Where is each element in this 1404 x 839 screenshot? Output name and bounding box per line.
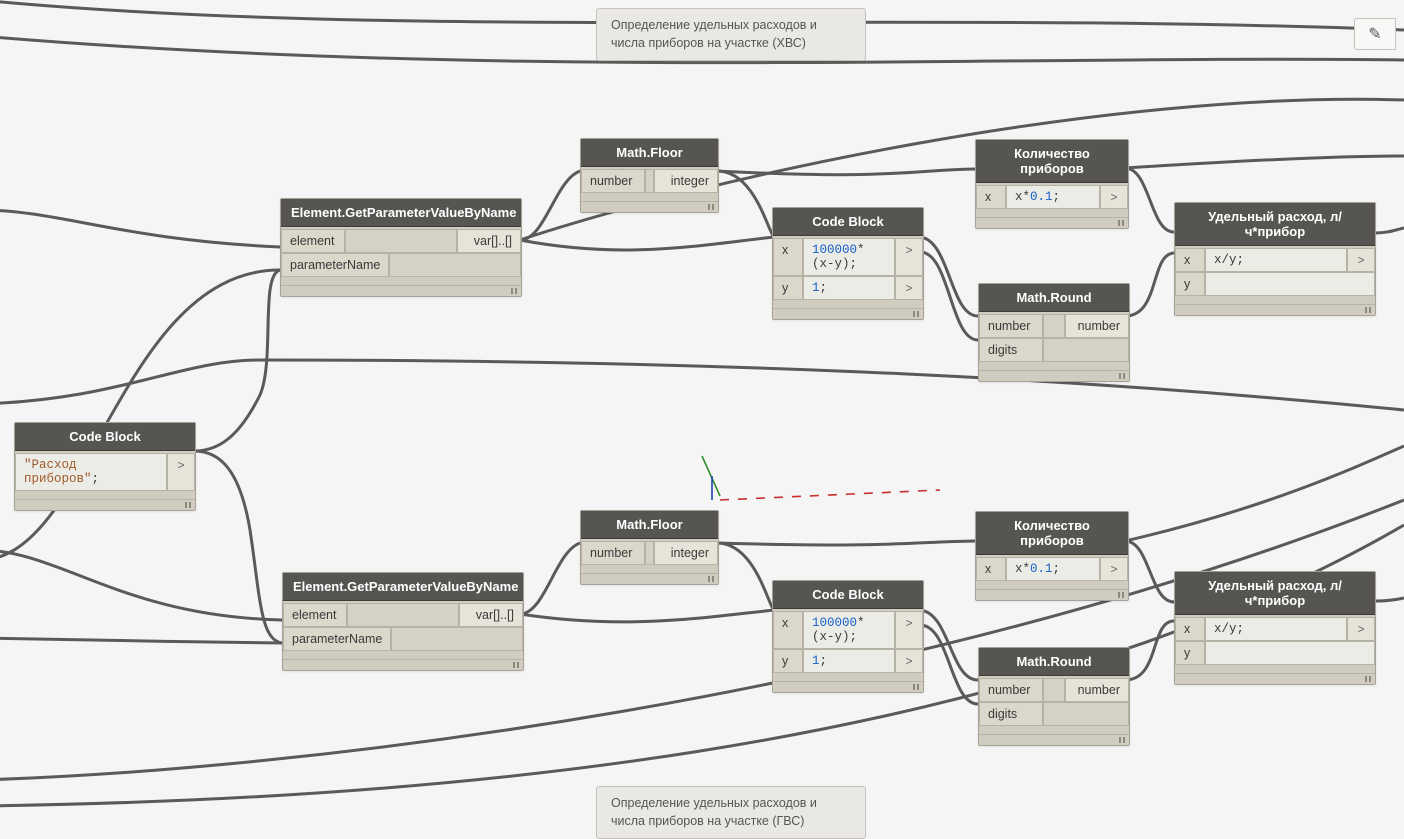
input-port-element[interactable]: element bbox=[283, 603, 347, 627]
wires-layer bbox=[0, 0, 1404, 825]
note-gvc: Определение удельных расходов и числа пр… bbox=[596, 786, 866, 839]
code-text: "Расход приборов" bbox=[24, 458, 92, 486]
output-port[interactable]: > bbox=[167, 453, 195, 491]
output-port-var[interactable]: var[]..[] bbox=[457, 229, 521, 253]
code-text: x/y; bbox=[1205, 248, 1347, 272]
node-title: Code Block bbox=[773, 208, 923, 236]
node-mathround-upper[interactable]: Math.Round number number digits bbox=[978, 283, 1130, 382]
node-getparam-lower[interactable]: Element.GetParameterValueByName element … bbox=[282, 572, 524, 671]
input-port-number[interactable]: number bbox=[581, 541, 645, 565]
node-count-upper[interactable]: Количество приборов x x*0.1; > bbox=[975, 139, 1129, 229]
node-title: Code Block bbox=[15, 423, 195, 451]
output-port-number[interactable]: number bbox=[1065, 678, 1129, 702]
output-port[interactable]: > bbox=[1100, 557, 1128, 581]
input-port-x[interactable]: x bbox=[773, 611, 803, 649]
node-title: Element.GetParameterValueByName bbox=[283, 573, 523, 601]
input-port-y[interactable]: y bbox=[773, 276, 803, 300]
output-port-2[interactable]: > bbox=[895, 649, 923, 673]
input-port-y[interactable]: y bbox=[773, 649, 803, 673]
node-title: Количество приборов bbox=[976, 512, 1128, 555]
output-port-integer[interactable]: integer bbox=[654, 169, 718, 193]
node-title: Math.Floor bbox=[581, 511, 718, 539]
input-port-number[interactable]: number bbox=[581, 169, 645, 193]
node-ud-upper[interactable]: Удельный расход, л/ч*прибор x x/y; > y bbox=[1174, 202, 1376, 316]
input-port-number[interactable]: number bbox=[979, 678, 1043, 702]
output-port-1[interactable]: > bbox=[895, 238, 923, 276]
node-title: Удельный расход, л/ч*прибор bbox=[1175, 572, 1375, 615]
node-codeblock-mid-lower[interactable]: Code Block x 100000*(x-y); > y 1; > bbox=[772, 580, 924, 693]
input-port-x[interactable]: x bbox=[976, 185, 1006, 209]
input-port-x[interactable]: x bbox=[1175, 617, 1205, 641]
node-mathround-lower[interactable]: Math.Round number number digits bbox=[978, 647, 1130, 746]
toolbar-corner[interactable]: ✎ bbox=[1354, 18, 1396, 50]
output-port[interactable]: > bbox=[1100, 185, 1128, 209]
input-port-y[interactable]: y bbox=[1175, 641, 1205, 665]
node-title: Удельный расход, л/ч*прибор bbox=[1175, 203, 1375, 246]
output-port-var[interactable]: var[]..[] bbox=[459, 603, 523, 627]
node-title: Math.Round bbox=[979, 648, 1129, 676]
node-mathfloor-lower[interactable]: Math.Floor number integer bbox=[580, 510, 719, 585]
output-port-2[interactable]: > bbox=[895, 276, 923, 300]
node-mathfloor-upper[interactable]: Math.Floor number integer bbox=[580, 138, 719, 213]
note-xbc: Определение удельных расходов и числа пр… bbox=[596, 8, 866, 61]
output-port[interactable]: > bbox=[1347, 248, 1375, 272]
input-port-x[interactable]: x bbox=[1175, 248, 1205, 272]
input-port-x[interactable]: x bbox=[976, 557, 1006, 581]
node-title: Element.GetParameterValueByName bbox=[281, 199, 521, 227]
output-port-number[interactable]: number bbox=[1065, 314, 1129, 338]
input-port-digits[interactable]: digits bbox=[979, 338, 1043, 362]
node-title: Math.Floor bbox=[581, 139, 718, 167]
node-ud-lower[interactable]: Удельный расход, л/ч*прибор x x/y; > y bbox=[1174, 571, 1376, 685]
node-title: Количество приборов bbox=[976, 140, 1128, 183]
pencil-icon: ✎ bbox=[1368, 24, 1381, 44]
node-title: Code Block bbox=[773, 581, 923, 609]
node-code-block-left[interactable]: Code Block "Расход приборов"; > bbox=[14, 422, 196, 511]
output-port[interactable]: > bbox=[1347, 617, 1375, 641]
node-codeblock-mid-upper[interactable]: Code Block x 100000*(x-y); > y 1; > bbox=[772, 207, 924, 320]
input-port-paramname[interactable]: parameterName bbox=[283, 627, 391, 651]
node-title: Math.Round bbox=[979, 284, 1129, 312]
output-port-1[interactable]: > bbox=[895, 611, 923, 649]
code-text: x/y; bbox=[1205, 617, 1347, 641]
input-port-y[interactable]: y bbox=[1175, 272, 1205, 296]
output-port-integer[interactable]: integer bbox=[654, 541, 718, 565]
input-port-element[interactable]: element bbox=[281, 229, 345, 253]
input-port-digits[interactable]: digits bbox=[979, 702, 1043, 726]
node-count-lower[interactable]: Количество приборов x x*0.1; > bbox=[975, 511, 1129, 601]
node-getparam-upper[interactable]: Element.GetParameterValueByName element … bbox=[280, 198, 522, 297]
input-port-paramname[interactable]: parameterName bbox=[281, 253, 389, 277]
input-port-number[interactable]: number bbox=[979, 314, 1043, 338]
input-port-x[interactable]: x bbox=[773, 238, 803, 276]
